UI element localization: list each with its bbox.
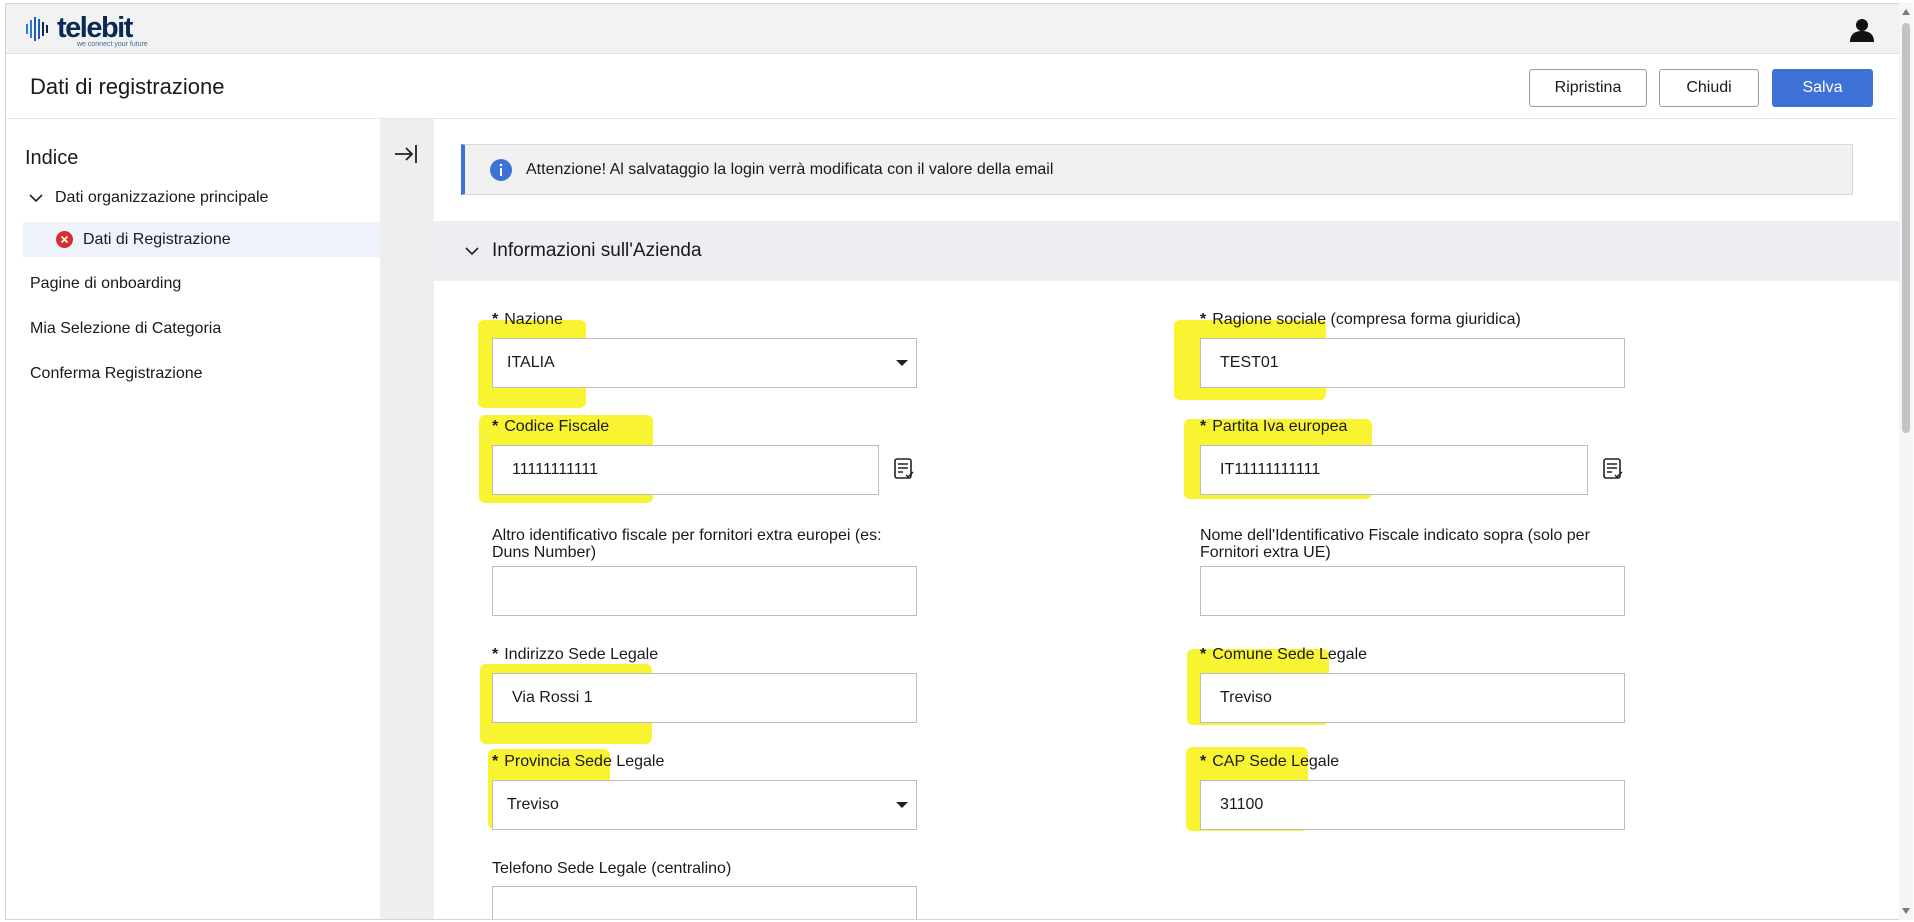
app-window: telebit we connect your future Dati di r… bbox=[5, 3, 1900, 920]
close-button[interactable]: Chiudi bbox=[1659, 69, 1759, 107]
reset-button[interactable]: Ripristina bbox=[1529, 69, 1647, 107]
nazione-label: * Nazione bbox=[492, 311, 563, 328]
sidebar-item-categoria[interactable]: Mia Selezione di Categoria bbox=[30, 320, 221, 338]
section-title: Informazioni sull'Azienda bbox=[492, 240, 702, 261]
title-bar: Dati di registrazione Ripristina Chiudi … bbox=[6, 54, 1899, 119]
sidebar-group-dati-organizzazione[interactable]: Dati organizzazione principale bbox=[28, 189, 268, 207]
scroll-down-icon[interactable] bbox=[1902, 908, 1910, 914]
chevron-down-icon[interactable] bbox=[28, 190, 44, 206]
sidebar-item-label: Dati di Registrazione bbox=[83, 230, 231, 248]
sidebar-item-onboarding[interactable]: Pagine di onboarding bbox=[30, 275, 181, 293]
chevron-down-icon bbox=[896, 360, 908, 366]
sidebar-title: Indice bbox=[25, 147, 79, 169]
scrollbar[interactable] bbox=[1899, 3, 1913, 920]
codice-fiscale-label: * Codice Fiscale bbox=[492, 418, 610, 435]
logo-tagline: we connect your future bbox=[77, 41, 148, 48]
chevron-down-icon bbox=[896, 802, 908, 808]
logo-waveform-icon bbox=[26, 17, 48, 41]
sidebar-item-conferma[interactable]: Conferma Registrazione bbox=[30, 365, 203, 383]
altro-id-label: Altro identificativo fiscale per fornito… bbox=[492, 527, 882, 561]
partita-iva-input[interactable]: IT11111111111 bbox=[1200, 445, 1588, 495]
sidebar-group-label: Dati organizzazione principale bbox=[55, 189, 269, 206]
scrollbar-thumb[interactable] bbox=[1902, 23, 1910, 433]
indirizzo-label: * Indirizzo Sede Legale bbox=[492, 646, 659, 663]
sidebar-index: Indice Dati organizzazione principale Da… bbox=[6, 119, 380, 919]
top-bar: telebit we connect your future bbox=[6, 4, 1899, 54]
ragione-sociale-label: * Ragione sociale (compresa forma giuridi… bbox=[1200, 311, 1521, 328]
provincia-label: * Provincia Sede Legale bbox=[492, 753, 665, 770]
collapse-sidebar-icon[interactable] bbox=[393, 141, 419, 167]
section-header-azienda[interactable]: Informazioni sull'Azienda bbox=[434, 221, 1899, 281]
main-content: Attenzione! Al salvataggio la login verr… bbox=[434, 119, 1899, 919]
page-title: Dati di registrazione bbox=[30, 74, 225, 99]
altro-id-input[interactable] bbox=[492, 566, 917, 616]
alert-text: Attenzione! Al salvataggio la login verr… bbox=[526, 160, 1054, 178]
chevron-down-icon[interactable] bbox=[464, 243, 480, 259]
cap-label: * CAP Sede Legale bbox=[1200, 753, 1340, 770]
nome-id-input[interactable] bbox=[1200, 566, 1625, 616]
ragione-sociale-input[interactable]: TEST01 bbox=[1200, 338, 1625, 388]
nome-id-label: Nome dell'Identificativo Fiscale indicat… bbox=[1200, 527, 1590, 561]
sidebar-item-dati-registrazione[interactable]: Dati di Registrazione bbox=[23, 222, 380, 257]
info-alert: Attenzione! Al salvataggio la login verr… bbox=[461, 144, 1853, 195]
save-button[interactable]: Salva bbox=[1772, 69, 1873, 107]
sidebar-collapse-column bbox=[380, 119, 434, 919]
codice-fiscale-input[interactable]: 11111111111 bbox=[492, 445, 879, 495]
nazione-select[interactable]: ITALIA bbox=[492, 338, 917, 388]
validate-list-icon[interactable] bbox=[1602, 457, 1624, 481]
logo-text: telebit bbox=[57, 12, 133, 44]
partita-iva-label: * Partita Iva europea bbox=[1200, 418, 1348, 435]
validate-list-icon[interactable] bbox=[893, 457, 915, 481]
cap-input[interactable]: 31100 bbox=[1200, 780, 1625, 830]
info-icon bbox=[490, 158, 512, 181]
telefono-input[interactable] bbox=[492, 886, 917, 919]
user-icon[interactable] bbox=[1849, 17, 1875, 43]
logo: telebit we connect your future bbox=[25, 13, 165, 49]
comune-input[interactable]: Treviso bbox=[1200, 673, 1625, 723]
error-icon bbox=[56, 231, 73, 248]
telefono-label: Telefono Sede Legale (centralino) bbox=[492, 860, 732, 877]
comune-label: * Comune Sede Legale bbox=[1200, 646, 1368, 663]
indirizzo-input[interactable]: Via Rossi 1 bbox=[492, 673, 917, 723]
provincia-select[interactable]: Treviso bbox=[492, 780, 917, 830]
scroll-up-icon[interactable] bbox=[1902, 9, 1910, 15]
